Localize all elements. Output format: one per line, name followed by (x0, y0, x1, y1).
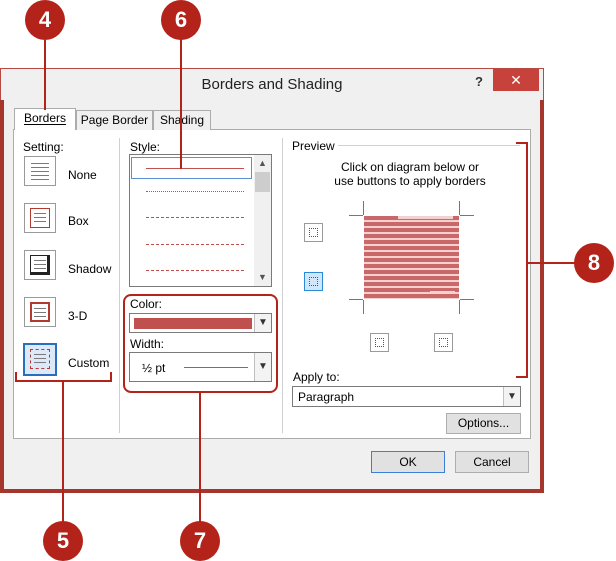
help-button[interactable]: ? (466, 71, 492, 93)
tab-label: Borders (23, 111, 67, 125)
style-item-dashed-small[interactable] (146, 217, 244, 218)
right-border-button[interactable] (434, 333, 453, 352)
preview-group-line (338, 145, 520, 146)
divider (282, 138, 283, 433)
callout-connector (180, 38, 182, 169)
callout-badge: 5 (43, 521, 83, 561)
callout-badge: 6 (161, 0, 201, 40)
setting-none-label[interactable]: None (68, 168, 97, 182)
scroll-up-icon[interactable]: ▲ (258, 158, 267, 168)
corner-mark (459, 300, 460, 314)
setting-none-icon[interactable] (24, 156, 56, 186)
ok-button[interactable]: OK (371, 451, 445, 473)
preview-hint: Click on diagram below or use buttons to… (292, 160, 528, 188)
callout-connector (44, 40, 46, 110)
style-item-solid[interactable] (146, 168, 244, 169)
style-label: Style: (130, 140, 161, 154)
scroll-down-icon[interactable]: ▼ (258, 272, 267, 282)
preview-diagram[interactable] (364, 216, 459, 299)
style-item-dash-dot[interactable] (146, 270, 244, 271)
corner-mark (459, 201, 460, 215)
callout-bracket (516, 142, 528, 378)
chevron-down-icon[interactable]: ▼ (503, 387, 520, 406)
close-button[interactable]: ✕ (493, 69, 539, 91)
setting-custom-label[interactable]: Custom (68, 356, 109, 370)
apply-to-label: Apply to: (293, 370, 340, 384)
callout-highlight (123, 294, 278, 393)
corner-mark (349, 215, 363, 216)
setting-3d-icon[interactable] (24, 297, 56, 327)
scroll-thumb[interactable] (255, 172, 270, 192)
corner-mark (363, 300, 364, 314)
callout-badge: 7 (180, 521, 220, 561)
callout-connector (528, 262, 576, 264)
bottom-border-button[interactable] (304, 272, 323, 291)
setting-shadow-icon[interactable] (24, 250, 56, 280)
left-border-button[interactable] (370, 333, 389, 352)
apply-to-value: Paragraph (298, 390, 355, 404)
preview-text-line (430, 291, 455, 294)
callout-connector (62, 381, 64, 523)
dialog-title: Borders and Shading (201, 76, 343, 93)
style-item-dashed-large[interactable] (146, 244, 244, 245)
tab-label: Page Border (80, 113, 149, 127)
cancel-button[interactable]: Cancel (455, 451, 529, 473)
tab-page-border[interactable]: Page Border (76, 110, 153, 130)
callout-badge: 4 (25, 0, 65, 40)
corner-mark (349, 299, 363, 300)
setting-box-label[interactable]: Box (68, 214, 89, 228)
options-button[interactable]: Options... (446, 413, 521, 434)
corner-mark (460, 299, 474, 300)
divider (119, 138, 120, 433)
corner-mark (363, 201, 364, 215)
setting-box-icon[interactable] (24, 203, 56, 233)
preview-text-line (398, 216, 453, 219)
setting-label: Setting: (23, 140, 64, 154)
corner-mark (460, 215, 474, 216)
callout-connector (199, 392, 201, 523)
tab-borders[interactable]: Borders (14, 108, 76, 130)
apply-to-dropdown[interactable]: Paragraph ▼ (292, 386, 521, 407)
setting-shadow-label[interactable]: Shadow (68, 262, 111, 276)
preview-label: Preview (292, 139, 335, 153)
preview-hint-line2: use buttons to apply borders (334, 174, 486, 188)
preview-hint-line1: Click on diagram below or (340, 160, 480, 174)
callout-badge: 8 (574, 243, 614, 283)
style-item-dotted[interactable] (146, 191, 244, 192)
tab-shading[interactable]: Shading (153, 110, 211, 130)
top-border-button[interactable] (304, 223, 323, 242)
setting-3d-label[interactable]: 3-D (68, 309, 87, 323)
